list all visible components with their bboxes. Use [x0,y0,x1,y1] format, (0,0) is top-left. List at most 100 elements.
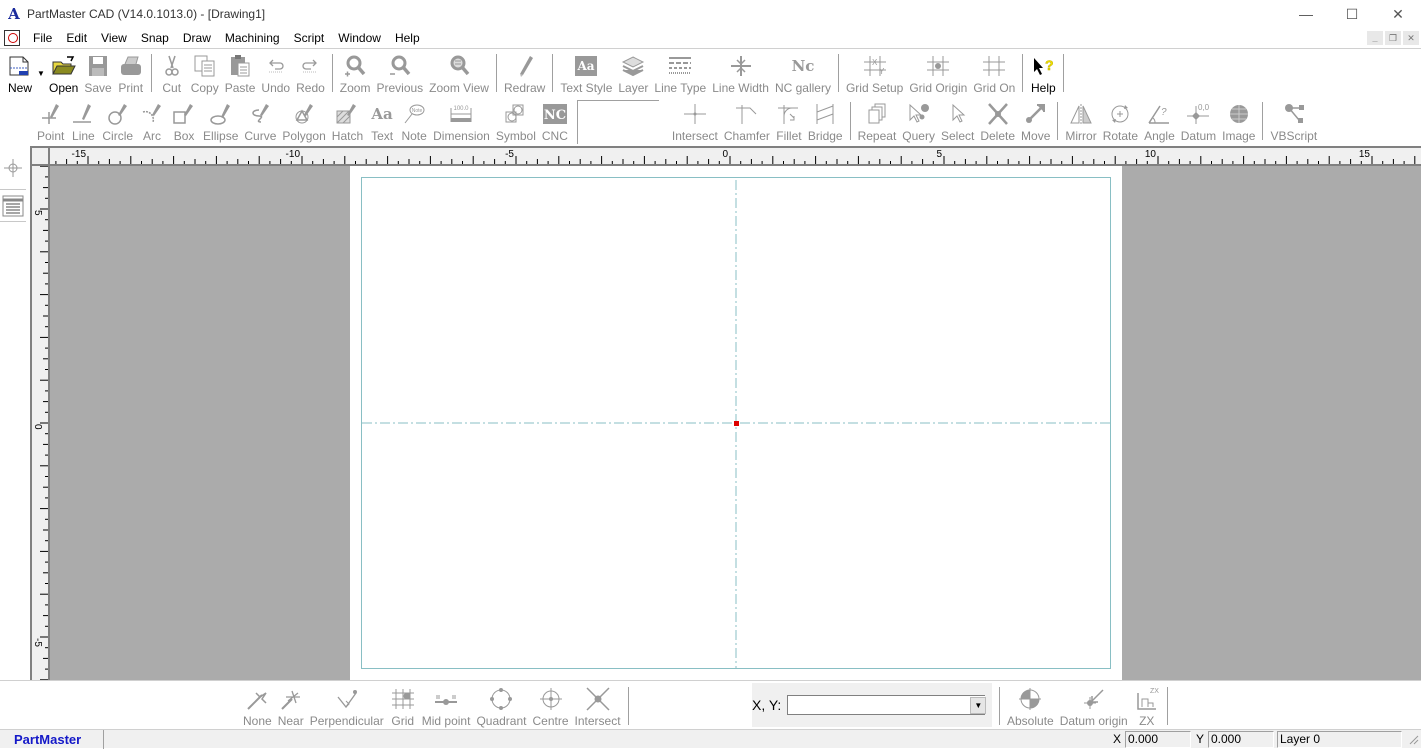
cut-button[interactable]: Cut [156,50,188,96]
hatch-button[interactable]: Hatch [329,98,366,144]
menu-help[interactable]: Help [388,28,427,49]
rotate-button[interactable]: Rotate [1100,98,1141,144]
dimension-button[interactable]: 100.0 Dimension [430,98,493,144]
snap-perpendicular-button[interactable]: Perpendicular [307,683,387,729]
document-system-menu-icon[interactable] [4,30,20,46]
absolute-button[interactable]: Absolute [1004,683,1057,729]
chamfer-button[interactable]: Chamfer [721,98,773,144]
zx-plane-button[interactable]: ZX ZX [1131,683,1163,729]
zoom-previous-icon [387,52,413,80]
cnc-button[interactable]: NC CNC [539,98,571,144]
grid-origin-button[interactable]: Grid Origin [906,50,970,96]
snap-near-button[interactable]: Near [275,683,307,729]
note-button[interactable]: Note Note [398,98,430,144]
snap-none-button[interactable]: None [240,683,275,729]
arc-button[interactable]: Arc [136,98,168,144]
help-button[interactable]: ? Help [1027,50,1059,96]
vbscript-button[interactable]: VBScript [1267,98,1320,144]
symbol-label: Symbol [495,129,536,143]
svg-text:0,0: 0,0 [1198,103,1210,112]
title-bar: A PartMaster CAD (V14.0.1013.0) - [Drawi… [0,0,1421,28]
menu-machining[interactable]: Machining [218,28,287,49]
cnc-label: CNC [541,129,568,143]
nc-gallery-button[interactable]: Nc NC gallery [772,50,834,96]
print-button[interactable]: Print [115,50,147,96]
previous-button[interactable]: Previous [373,50,426,96]
mdi-minimize-button[interactable]: _ [1367,31,1383,45]
repeat-button[interactable]: Repeat [855,98,900,144]
open-button[interactable]: Open [46,50,81,96]
datum-origin-button[interactable]: Datum origin [1057,683,1131,729]
menu-view[interactable]: View [94,28,134,49]
image-button[interactable]: Image [1219,98,1258,144]
fillet-icon [776,100,802,128]
crosshair-snap-button[interactable] [0,146,26,190]
drawing-canvas[interactable] [50,166,1421,680]
zoom-button[interactable]: Zoom [337,50,374,96]
maximize-button[interactable]: ☐ [1329,0,1375,28]
zx-plane-label: ZX [1139,714,1155,728]
minimize-button[interactable]: — [1283,0,1329,28]
text-style-button[interactable]: Aa Text Style [557,50,615,96]
drawing-sheet[interactable] [350,166,1122,680]
intersect-button[interactable]: Intersect [669,98,721,144]
snap-grid-button[interactable]: Grid [387,683,419,729]
arc-label: Arc [143,129,162,143]
fillet-button[interactable]: Fillet [773,98,805,144]
new-button[interactable]: New [4,50,36,96]
mirror-button[interactable]: Mirror [1062,98,1099,144]
ellipse-button[interactable]: Ellipse [200,98,241,144]
redraw-button[interactable]: Redraw [501,50,548,96]
zoom-view-button[interactable]: Zoom View [426,50,492,96]
new-dropdown-arrow-icon[interactable]: ▼ [36,50,46,96]
close-button[interactable]: ✕ [1375,0,1421,28]
text-button[interactable]: Aa Text [366,98,398,144]
curve-button[interactable]: Curve [241,98,279,144]
properties-panel-button[interactable] [0,190,26,222]
coordinate-dropdown-button[interactable]: ▼ [970,697,987,714]
menu-script[interactable]: Script [287,28,332,49]
paste-button[interactable]: Paste [222,50,259,96]
angle-button[interactable]: ? Angle [1141,98,1178,144]
menu-file[interactable]: File [26,28,59,49]
line-type-button[interactable]: Line Type [651,50,709,96]
snap-centre-button[interactable]: Centre [530,683,572,729]
mdi-restore-button[interactable]: ❐ [1385,31,1401,45]
menu-draw[interactable]: Draw [176,28,218,49]
coordinate-input[interactable]: ▼ [787,695,987,715]
grid-setup-button[interactable]: XY Grid Setup [843,50,906,96]
symbol-button[interactable]: Symbol [493,98,539,144]
line-width-button[interactable]: Line Width [709,50,772,96]
toolbar-separator [837,54,839,92]
svg-text:ZX: ZX [1150,688,1159,695]
select-button[interactable]: Select [938,98,977,144]
box-button[interactable]: Box [168,98,200,144]
copy-button[interactable]: Copy [188,50,222,96]
menu-edit[interactable]: Edit [59,28,94,49]
bridge-button[interactable]: Bridge [805,98,846,144]
move-button[interactable]: Move [1018,98,1053,144]
menu-window[interactable]: Window [331,28,388,49]
mdi-close-button[interactable]: ✕ [1403,31,1419,45]
snap-quadrant-button[interactable]: Quadrant [473,683,529,729]
save-button[interactable]: Save [81,50,114,96]
redo-button[interactable]: Redo [293,50,328,96]
polygon-icon [291,100,317,128]
line-button[interactable]: Line [67,98,99,144]
box-icon [171,100,197,128]
menu-snap[interactable]: Snap [134,28,176,49]
point-button[interactable]: Point [34,98,67,144]
delete-button[interactable]: Delete [977,98,1018,144]
snap-midpoint-button[interactable]: Mid point [419,683,474,729]
layer-button[interactable]: Layer [615,50,651,96]
resize-grip-icon[interactable] [1407,733,1419,745]
undo-button[interactable]: Undo [258,50,293,96]
datum-button[interactable]: 0,0 Datum [1178,98,1219,144]
grid-on-button[interactable]: Grid On [970,50,1018,96]
circle-button[interactable]: Circle [99,98,136,144]
snap-intersect-button[interactable]: Intersect [572,683,624,729]
drawing-area: -15 -10 -5 0 5 10 15 5 0 -5 [30,146,1421,680]
query-button[interactable]: Query [899,98,938,144]
select-label: Select [940,129,975,143]
polygon-button[interactable]: Polygon [279,98,328,144]
